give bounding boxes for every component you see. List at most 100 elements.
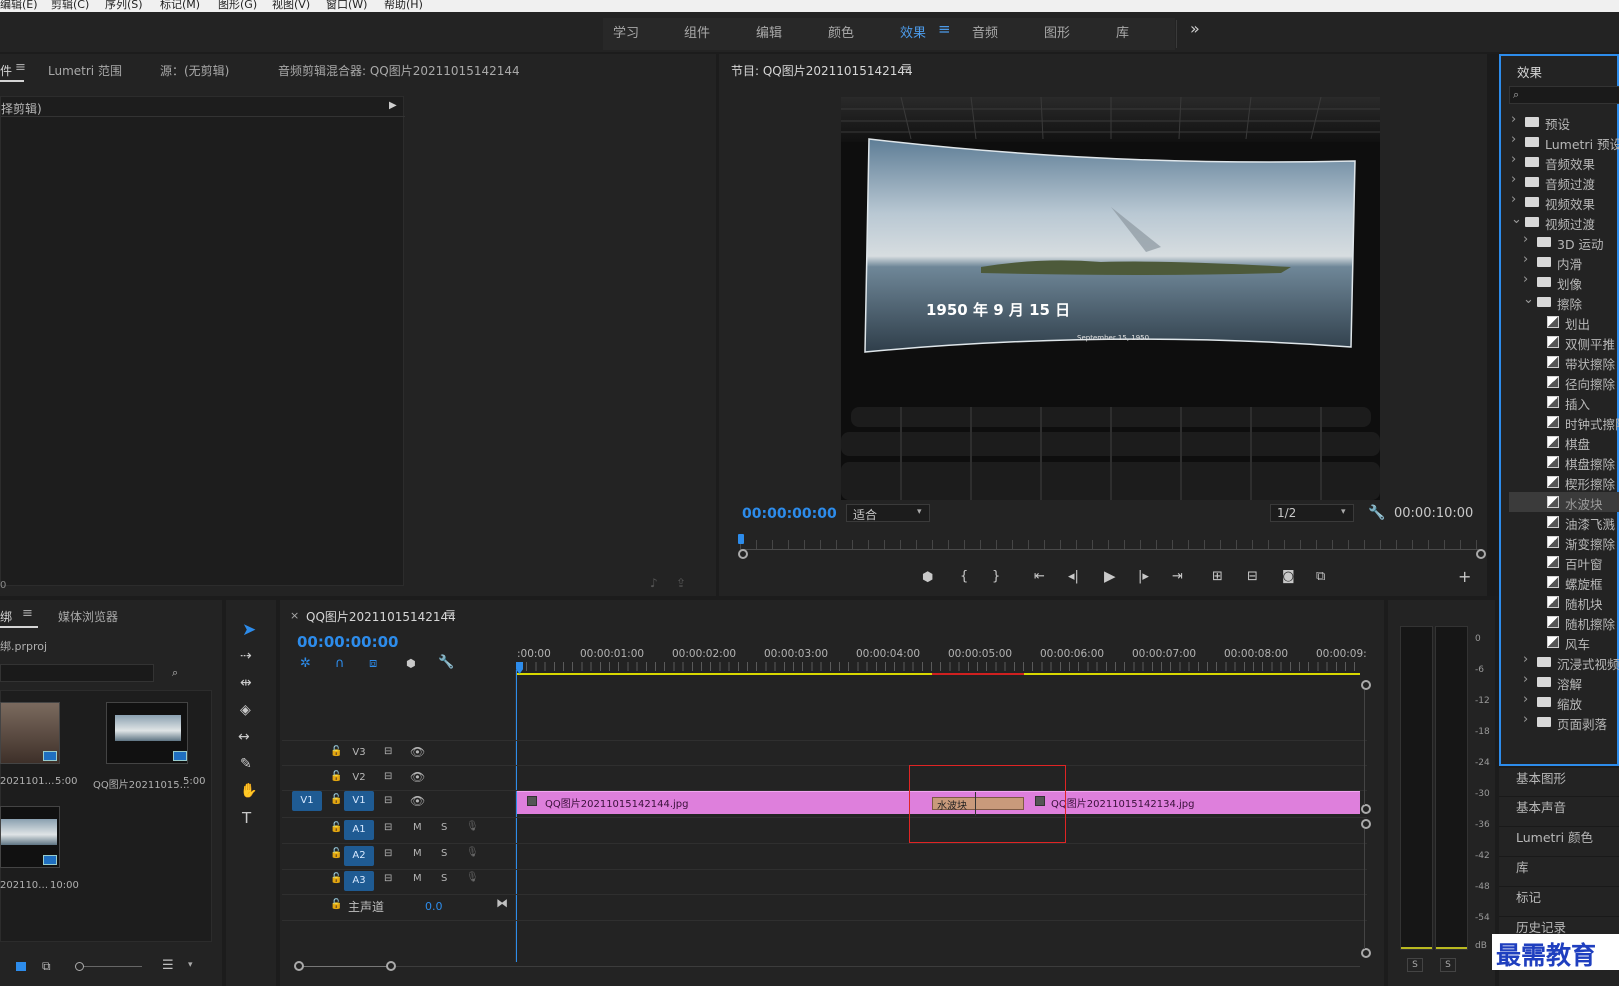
effects-tree-item[interactable]: ⌄ 视频过渡 [1509,212,1619,232]
step-back-icon[interactable]: ◂| [1068,570,1079,583]
more-workspaces-icon[interactable]: » [1190,19,1200,38]
v-scrollbar[interactable] [1364,690,1365,805]
panel-essential-graphics[interactable]: 基本图形 [1516,768,1619,787]
effects-tree-item[interactable]: ⌄ 擦除 [1509,292,1619,312]
thumbnail-sequence[interactable] [0,806,60,868]
lock-icon[interactable]: 🔓 [330,771,342,782]
expand-arrow-icon[interactable]: ▶ [389,100,397,111]
wrench-icon[interactable]: 🔧 [1368,506,1385,520]
effects-tree-item[interactable]: 楔形擦除 [1509,472,1619,492]
program-video-frame[interactable]: 1950 年 9 月 15 日 September 15, 1950 [841,97,1380,500]
effects-tree-item[interactable]: 时钟式擦除 [1509,412,1619,432]
microphone-icon[interactable]: 🎙 [466,847,479,858]
tab-project[interactable]: 绑 [0,608,12,625]
chevron-right-icon[interactable]: › [1523,672,1528,687]
effects-tree-item[interactable]: 棋盘擦除 [1509,452,1619,472]
program-scrubber[interactable] [738,534,1482,554]
chevron-right-icon[interactable]: › [1523,712,1528,727]
effects-search-input[interactable]: ⌕ [1509,86,1619,104]
h-scrollbar-thumb[interactable] [298,966,390,967]
panel-essential-sound[interactable]: 基本声音 [1516,797,1619,816]
lock-icon[interactable]: 🔓 [330,794,342,805]
zoom-slider[interactable] [76,966,142,967]
chevron-down-icon[interactable]: ⌄ [1523,292,1534,307]
menu-clip[interactable]: 剪辑(C) [51,0,89,12]
effects-tree-item[interactable]: 水波块 [1509,492,1619,512]
timeline-timecode[interactable]: 00:00:00:00 [297,633,399,651]
go-to-out-icon[interactable]: ⇥ [1172,570,1183,583]
master-end-icon[interactable]: ⧓ [496,896,508,910]
a-scroll-handle[interactable] [1361,948,1371,958]
panel-lumetri-color[interactable]: Lumetri 颜色 [1516,827,1619,846]
clip-select-bar[interactable]: 择剪辑) ▶ [1,97,405,117]
thumbnail-room[interactable] [0,702,60,764]
program-title[interactable]: 节目: QQ图片20211015142144 [731,62,913,79]
effects-tree-item[interactable]: 双侧平推 [1509,332,1619,352]
effects-tree-item[interactable]: 划出 [1509,312,1619,332]
eye-icon[interactable]: 👁 [410,794,425,808]
sync-lock-icon[interactable]: ⊟ [384,848,392,859]
h-scrollbar-track[interactable] [298,966,1360,967]
zoom-slider-handle[interactable] [75,962,84,971]
menu-sequence[interactable]: 序列(S) [105,0,143,12]
type-tool-icon[interactable]: T [242,809,251,827]
track-select-tool-icon[interactable]: ⇢ [240,648,252,664]
video-clip-1[interactable]: QQ图片20211015142144.jpg [517,791,909,814]
chevron-right-icon[interactable]: › [1523,232,1528,247]
mute-button[interactable]: M [413,822,422,833]
chevron-down-icon[interactable]: ⌄ [1511,212,1522,227]
track-label-v3[interactable]: V3 [344,743,374,763]
project-menu-icon[interactable]: ≡ [22,606,33,621]
tab-audio-clip-mixer[interactable]: 音频剪辑混合器: QQ图片20211015142144 [278,62,520,79]
h-scroll-handle-right[interactable] [386,961,396,971]
program-menu-icon[interactable]: ≡ [901,60,912,75]
chevron-right-icon[interactable]: › [1523,252,1528,267]
camera-icon[interactable]: ◙ [1282,570,1295,583]
track-label-v2[interactable]: V2 [344,768,374,788]
sync-lock-icon[interactable]: ⊟ [384,795,392,806]
close-icon[interactable]: × [290,609,299,622]
lock-icon[interactable]: 🔓 [330,899,342,910]
menu-window[interactable]: 窗口(W) [326,0,367,12]
effects-tree-item[interactable]: 渐变擦除 [1509,532,1619,552]
meter-solo-right[interactable]: S [1440,958,1456,972]
pen-tool-icon[interactable]: ✎ [240,756,252,772]
solo-button[interactable]: S [441,873,447,884]
play-icon[interactable]: ▶ [1104,569,1116,584]
sort-icon[interactable]: ☰ [162,958,174,973]
lift-icon[interactable]: ⊞ [1212,570,1223,583]
extract-icon[interactable]: ⊟ [1247,570,1258,583]
chevron-right-icon[interactable]: › [1523,692,1528,707]
solo-button[interactable]: S [441,822,447,833]
effects-tree-item[interactable]: › 内滑 [1509,252,1619,272]
chevron-right-icon[interactable]: › [1523,652,1528,667]
list-view-icon[interactable] [16,962,26,971]
lock-icon[interactable]: 🔓 [330,822,342,833]
effects-tree-item[interactable]: › 预设 [1509,112,1619,132]
effects-tree-item[interactable]: › 溶解 [1509,672,1619,692]
nest-icon[interactable]: ✲ [300,656,311,671]
chevron-right-icon[interactable]: › [1511,112,1516,127]
menu-edit[interactable]: 编辑(E) [0,0,38,12]
panel-libraries[interactable]: 库 [1516,857,1619,876]
effects-tree-item[interactable]: 百叶窗 [1509,552,1619,572]
workspace-learn[interactable]: 学习 [613,22,639,41]
effects-title[interactable]: 效果 [1517,62,1542,81]
program-current-timecode[interactable]: 00:00:00:00 [742,506,837,522]
mark-in-icon[interactable]: { [960,570,968,583]
effects-tree-item[interactable]: 带状擦除 [1509,352,1619,372]
tab-lumetri-scopes[interactable]: Lumetri 范围 [48,62,122,79]
master-volume-value[interactable]: 0.0 [425,900,443,913]
timeline-menu-icon[interactable]: ≡ [445,606,456,621]
chevron-down-icon[interactable]: ▾ [188,960,193,970]
v-scroll-handle[interactable] [1361,804,1371,814]
lock-icon[interactable]: 🔓 [330,873,342,884]
effects-tree-item[interactable]: › 沉浸式视频 [1509,652,1619,672]
workspace-effects[interactable]: 效果 [900,22,926,41]
effects-tree-item[interactable]: › 3D 运动 [1509,232,1619,252]
video-clip-2[interactable]: QQ图片20211015142134.jpg [1027,791,1360,814]
effects-tree-item[interactable]: › 音频过渡 [1509,172,1619,192]
mute-button[interactable]: M [413,873,422,884]
zoom-handle-left[interactable] [738,549,748,559]
a-scroll-handle[interactable] [1361,819,1371,829]
